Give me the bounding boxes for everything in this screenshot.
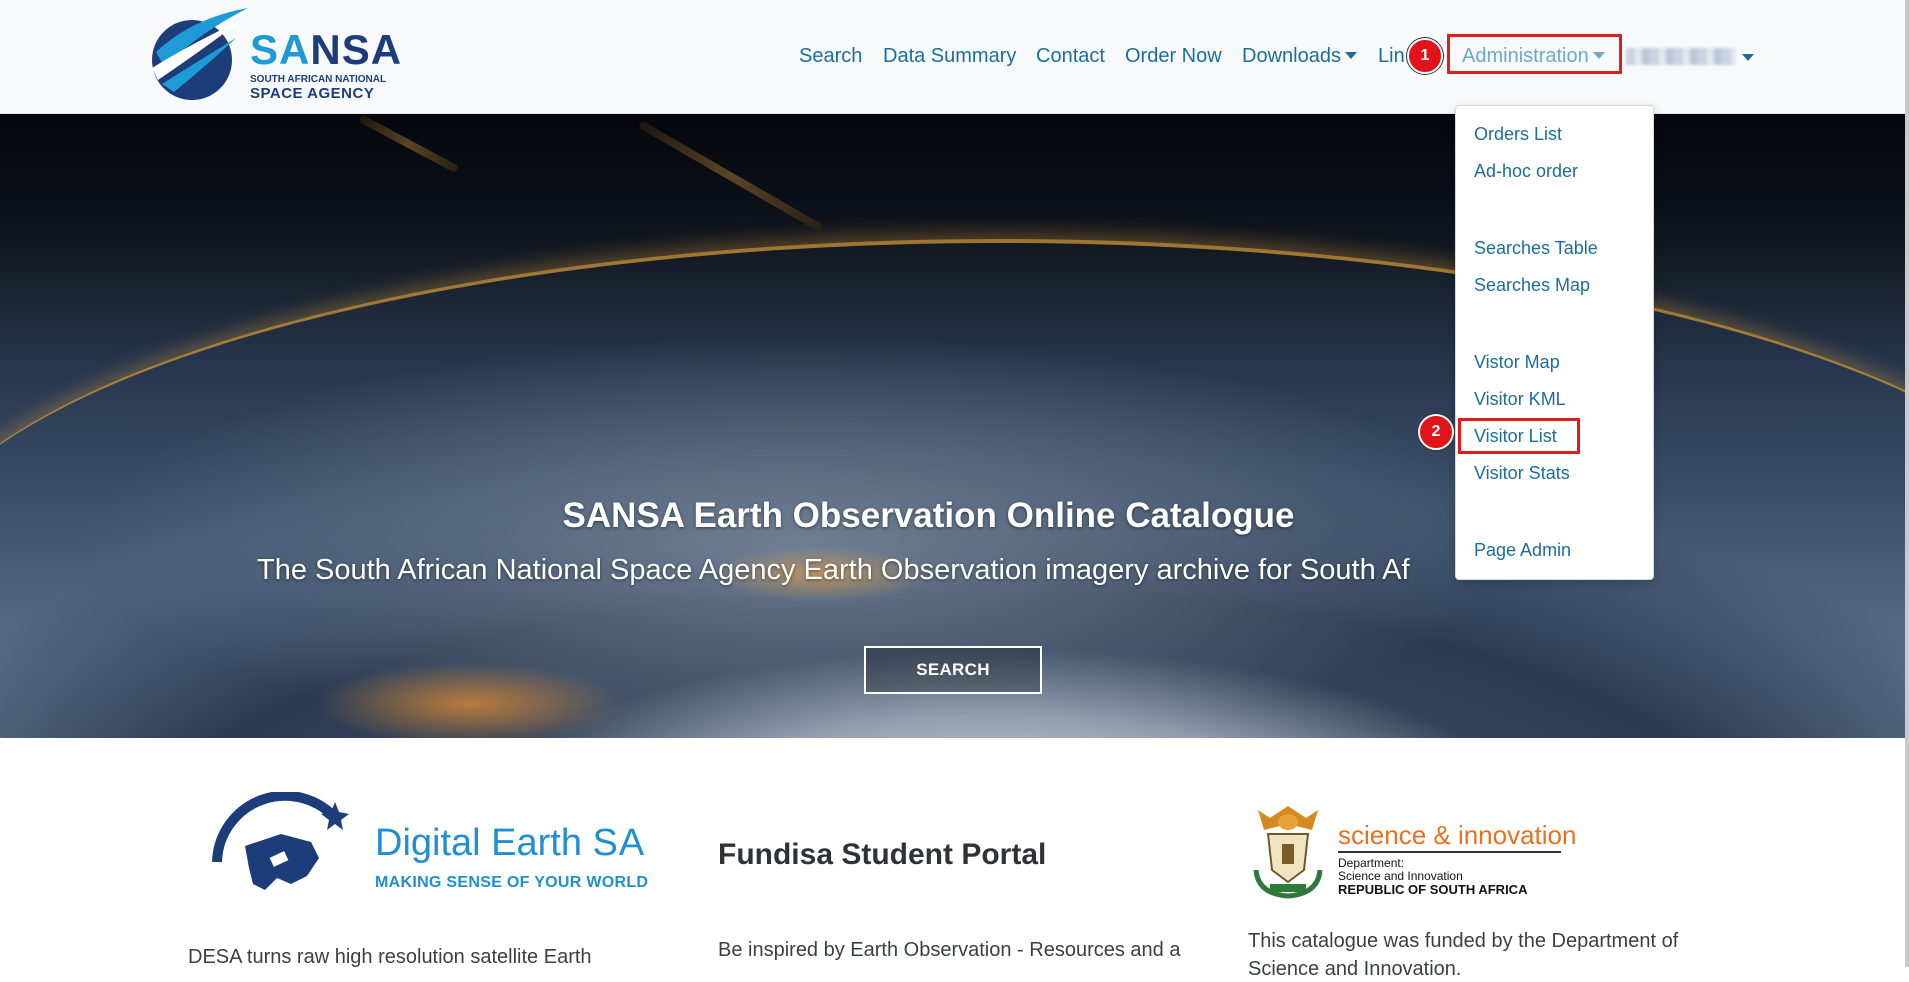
dsi-divider [1338, 851, 1561, 853]
page-scrollbar[interactable] [1905, 0, 1909, 967]
digital-earth-title-part2: SA [592, 822, 646, 864]
nav-downloads[interactable]: Downloads [1242, 43, 1357, 69]
user-menu-blurred-name[interactable] [1626, 48, 1736, 65]
menu-item-adhoc-order[interactable]: Ad-hoc order [1474, 159, 1578, 183]
fundisa-description: Be inspired by Earth Observation - Resou… [718, 939, 1181, 961]
nav-search[interactable]: Search [799, 43, 862, 69]
annotation-marker-1: 1 [1407, 38, 1443, 74]
menu-item-visitor-stats[interactable]: Visitor Stats [1474, 461, 1570, 485]
logo-name-part2: NSA [310, 26, 403, 73]
hero-search-button[interactable]: SEARCH [864, 646, 1042, 694]
dsi-dept-line3: REPUBLIC OF SOUTH AFRICA [1338, 882, 1528, 897]
digital-earth-title-part1: Digital Earth [375, 822, 593, 864]
africa-globe-icon [212, 792, 349, 890]
administration-highlight-box [1447, 34, 1622, 74]
menu-item-orders-list[interactable]: Orders List [1474, 122, 1562, 146]
dsi-title: science & innovation [1338, 820, 1577, 850]
nav-contact[interactable]: Contact [1036, 43, 1105, 69]
dsi-dept-line1: Department: [1338, 856, 1405, 870]
hero-title-text: SANSA Earth Observation Online Catalogue [562, 496, 1295, 535]
annotation-marker-2: 2 [1418, 414, 1454, 450]
user-menu-chevron-down-icon[interactable] [1742, 54, 1754, 61]
solar-panel-streak [638, 120, 824, 233]
nav-data-summary[interactable]: Data Summary [883, 43, 1016, 69]
menu-item-visitor-map[interactable]: Vistor Map [1474, 350, 1560, 374]
logo-subtitle-big: SPACE AGENCY [250, 85, 375, 102]
sansa-wordmark: SANSA SOUTH AFRICAN NATIONAL SPACE AGENC… [250, 29, 402, 102]
fundisa-heading[interactable]: Fundisa Student Portal [718, 838, 1046, 872]
solar-panel-streak [358, 114, 460, 174]
menu-item-page-admin[interactable]: Page Admin [1474, 538, 1571, 562]
menu-item-searches-map[interactable]: Searches Map [1474, 273, 1590, 297]
nav-downloads-label: Downloads [1242, 45, 1341, 67]
digital-earth-tagline: MAKING SENSE OF YOUR WORLD [375, 874, 649, 891]
menu-item-visitor-kml[interactable]: Visitor KML [1474, 387, 1566, 411]
dsi-dept-line2: Science and Innovation [1338, 869, 1463, 883]
digital-earth-logo[interactable]: Digital Earth SA MAKING SENSE OF YOUR WO… [207, 792, 648, 907]
digital-earth-title: Digital Earth SA [375, 822, 645, 865]
sansa-swoosh-icon [152, 8, 248, 100]
sansa-logo[interactable]: SANSA SOUTH AFRICAN NATIONAL SPACE AGENC… [144, 8, 401, 106]
dsi-description-line2: Science and Innovation. [1248, 958, 1462, 980]
nav-order-now[interactable]: Order Now [1125, 43, 1222, 69]
chevron-down-icon [1344, 51, 1357, 59]
logo-name-part1: SA [250, 26, 311, 73]
digital-earth-description: DESA turns raw high resolution satellite… [188, 946, 592, 968]
administration-dropdown-menu: Orders List Ad-hoc order Searches Table … [1455, 105, 1654, 580]
dsi-logo[interactable]: science & innovation Department: Science… [1248, 800, 1588, 910]
menu-item-searches-table[interactable]: Searches Table [1474, 236, 1598, 260]
dsi-description-line1: This catalogue was funded by the Departm… [1248, 930, 1679, 952]
nav-links[interactable]: Lin [1378, 43, 1405, 69]
coat-of-arms-icon [1253, 806, 1323, 899]
hero-subtitle: The South African National Space Agency … [257, 554, 1410, 586]
visitor-list-highlight-box [1458, 418, 1580, 454]
top-navbar: SANSA SOUTH AFRICAN NATIONAL SPACE AGENC… [0, 0, 1905, 114]
